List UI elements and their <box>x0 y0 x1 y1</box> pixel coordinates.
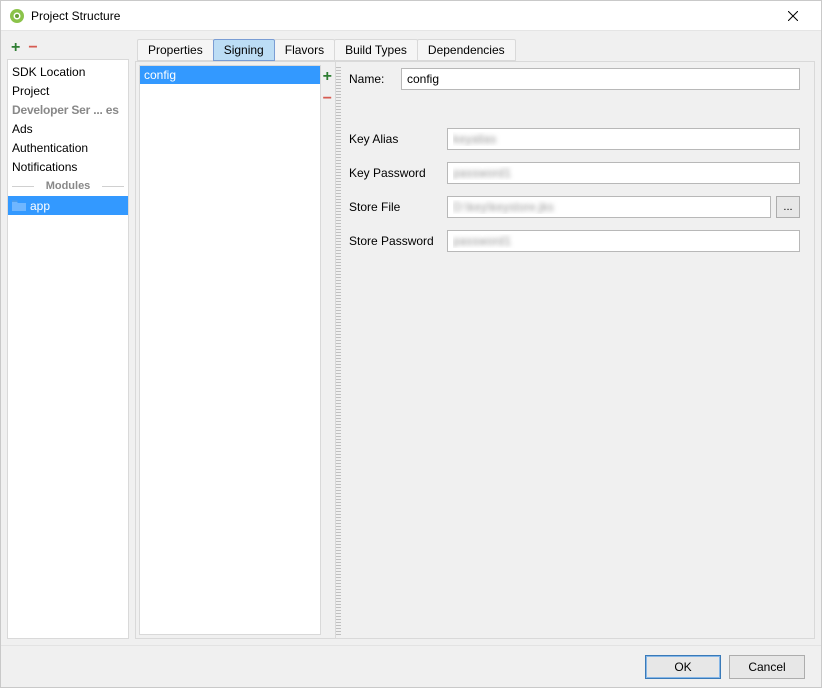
row-store-file: Store File ... <box>349 196 800 218</box>
sidebar-header-modules: Modules <box>8 176 128 196</box>
tab-signing[interactable]: Signing <box>213 39 275 61</box>
browse-store-file-button[interactable]: ... <box>776 196 800 218</box>
signing-form: Name: Key Alias Key Password Store File <box>341 62 814 638</box>
tab-properties[interactable]: Properties <box>137 39 214 61</box>
name-label: Name: <box>349 72 395 86</box>
add-module-icon[interactable]: + <box>11 40 20 56</box>
sidebar-item-notifications[interactable]: Notifications <box>8 157 128 176</box>
row-key-password: Key Password <box>349 162 800 184</box>
tab-flavors[interactable]: Flavors <box>274 39 335 61</box>
project-structure-dialog: Project Structure + − SDK Location Proje… <box>0 0 822 688</box>
remove-module-icon[interactable]: − <box>28 40 37 56</box>
ok-button[interactable]: OK <box>645 655 721 679</box>
cancel-button[interactable]: Cancel <box>729 655 805 679</box>
sidebar-item-project[interactable]: Project <box>8 81 128 100</box>
tab-dependencies[interactable]: Dependencies <box>417 39 516 61</box>
dialog-body: + − SDK Location Project Developer Ser .… <box>1 31 821 645</box>
signing-config-tools: + − <box>323 65 332 635</box>
sidebar: + − SDK Location Project Developer Ser .… <box>7 37 129 639</box>
titlebar: Project Structure <box>1 1 821 31</box>
row-key-alias: Key Alias <box>349 128 800 150</box>
right-panel: Properties Signing Flavors Build Types D… <box>135 37 815 639</box>
window-title: Project Structure <box>31 9 773 23</box>
sidebar-item-label: app <box>30 199 50 213</box>
signing-configs-column: config + − <box>136 62 336 638</box>
tab-build-types[interactable]: Build Types <box>334 39 418 61</box>
key-alias-field[interactable] <box>447 128 800 150</box>
sidebar-item-sdk-location[interactable]: SDK Location <box>8 62 128 81</box>
store-file-label: Store File <box>349 200 441 214</box>
store-file-field[interactable] <box>447 196 771 218</box>
signing-configs-list: config <box>139 65 321 635</box>
row-name: Name: <box>349 68 800 90</box>
dialog-footer: OK Cancel <box>1 645 821 687</box>
sidebar-item-ads[interactable]: Ads <box>8 119 128 138</box>
remove-signing-config-icon[interactable]: − <box>323 91 332 107</box>
key-alias-label: Key Alias <box>349 132 441 146</box>
sidebar-item-app[interactable]: app <box>8 196 128 215</box>
key-password-field[interactable] <box>447 162 800 184</box>
row-store-password: Store Password <box>349 230 800 252</box>
sidebar-item-developer-services[interactable]: Developer Ser ... es <box>8 100 128 119</box>
tab-content: config + − Name: Key Alias <box>135 61 815 639</box>
store-password-label: Store Password <box>349 234 441 248</box>
name-field[interactable] <box>401 68 800 90</box>
key-password-label: Key Password <box>349 166 441 180</box>
add-signing-config-icon[interactable]: + <box>323 69 332 85</box>
tab-row: Properties Signing Flavors Build Types D… <box>135 37 815 61</box>
signing-config-item[interactable]: config <box>140 66 320 84</box>
module-folder-icon <box>12 200 26 212</box>
sidebar-item-authentication[interactable]: Authentication <box>8 138 128 157</box>
close-button[interactable] <box>773 2 813 30</box>
app-icon <box>9 8 25 24</box>
store-password-field[interactable] <box>447 230 800 252</box>
sidebar-list: SDK Location Project Developer Ser ... e… <box>7 59 129 639</box>
sidebar-tools: + − <box>7 37 129 59</box>
